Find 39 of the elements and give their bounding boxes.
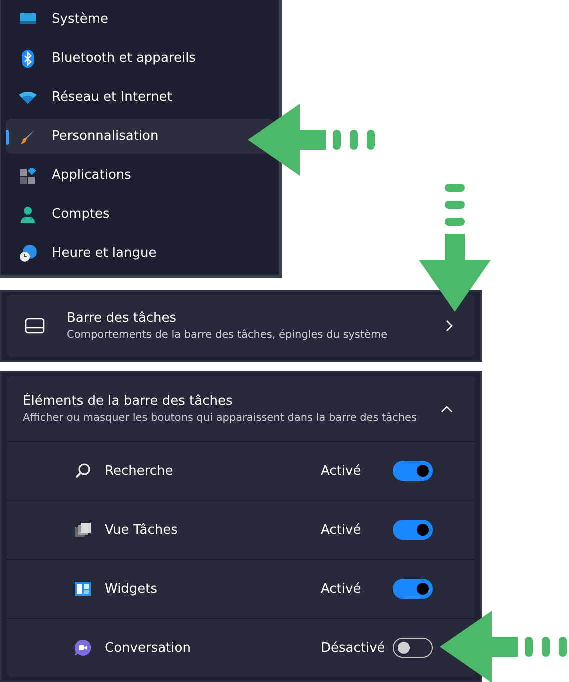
taskbar-icon: [25, 318, 45, 334]
toggle-status: Activé: [321, 582, 362, 596]
person-icon: [20, 206, 36, 222]
section-title: Éléments de la barre des tâches: [23, 394, 234, 408]
item-label: Vue Tâches: [105, 522, 179, 538]
item-label: Conversation: [105, 640, 192, 656]
toggle-switch[interactable]: [393, 638, 433, 658]
nav-item[interactable]: Bluetooth et appareils: [6, 39, 274, 78]
nav-item[interactable]: Personnalisation: [6, 119, 274, 154]
nav-item[interactable]: Comptes: [6, 195, 274, 234]
taskbar-settings-card[interactable]: Barre des tâches Comportements de la barre des tâches, épingles du système: [7, 295, 475, 357]
chevron-up-icon: [441, 404, 453, 412]
card-description: Comportements de la barre des tâches, épingles du système: [67, 329, 389, 341]
card-title: Barre des tâches: [67, 311, 178, 326]
chevron-right-icon: [445, 320, 453, 332]
item-label: Recherche: [105, 464, 174, 478]
toggle-status: Activé: [321, 522, 362, 538]
item-label: Widgets: [105, 582, 159, 596]
monitor-icon: [20, 13, 36, 26]
search-icon: [75, 463, 91, 479]
stacked-squares-icon: [75, 522, 91, 538]
section-header[interactable]: Éléments de la barre des tâches Afficher ou masquer les boutons qui apparaissent dans la barre des tâches: [7, 376, 475, 442]
nav-item[interactable]: Réseau et Internet: [6, 78, 274, 117]
toggle-switch[interactable]: [393, 461, 433, 481]
video-chat-icon: [75, 640, 91, 656]
nav-item[interactable]: Système: [6, 0, 274, 39]
toggle-switch[interactable]: [393, 520, 433, 540]
nav-item[interactable]: Heure et langue: [6, 234, 274, 273]
apps-icon: [20, 168, 36, 184]
bluetooth-icon: [22, 50, 34, 68]
toggle-switch[interactable]: [393, 579, 433, 599]
widgets-icon: [75, 581, 91, 597]
toggle-status: Activé: [321, 464, 362, 478]
nav-item[interactable]: Applications: [6, 156, 274, 195]
globe-clock-icon: [20, 245, 36, 262]
section-description: Afficher ou masquer les boutons qui apparaissent dans la barre des tâches: [23, 412, 418, 424]
brush-icon: [20, 128, 36, 144]
wifi-icon: [19, 92, 37, 104]
toggle-status: Désactivé: [321, 640, 386, 656]
